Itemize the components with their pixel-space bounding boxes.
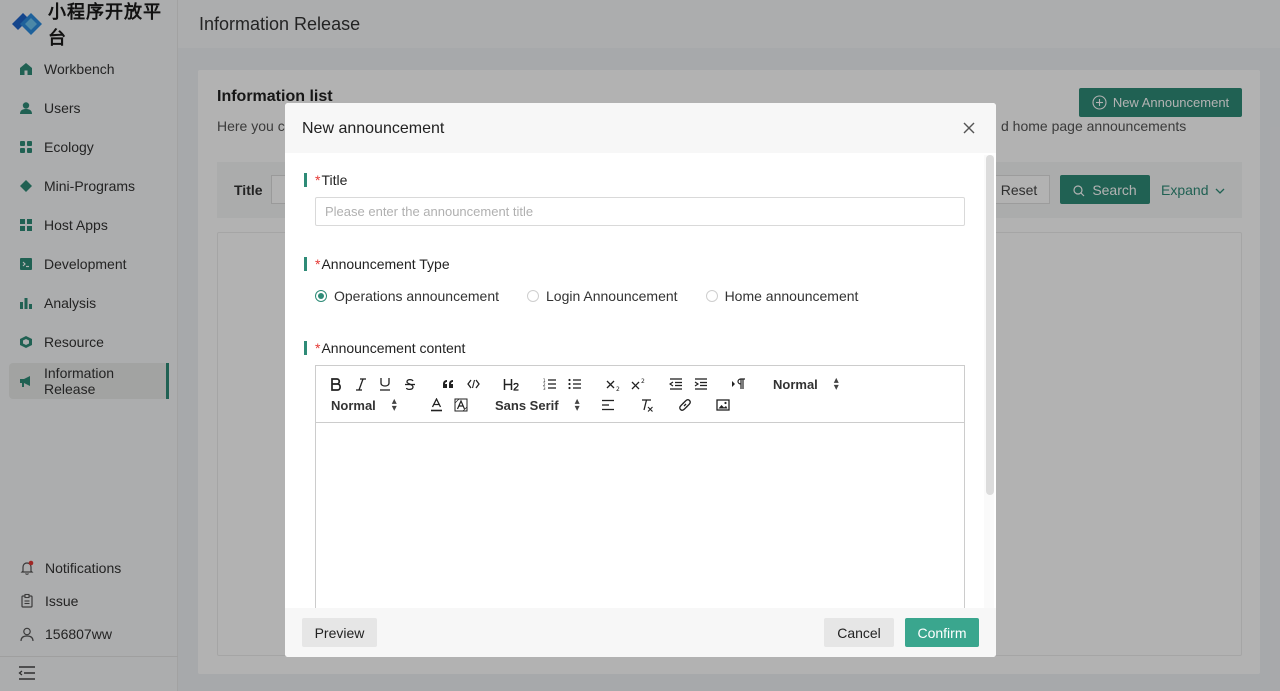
- heading-2-icon[interactable]: [502, 374, 520, 394]
- radio-unchecked-icon: [705, 290, 718, 302]
- bold-icon[interactable]: [328, 374, 344, 394]
- radio-unchecked-icon: [527, 290, 539, 302]
- announcement-title-input[interactable]: [315, 197, 965, 226]
- type-label-text: Announcement Type: [321, 256, 450, 272]
- cancel-button[interactable]: Cancel: [824, 618, 894, 647]
- indent-icon[interactable]: [693, 374, 709, 394]
- editor-toolbar: 123 2 2 Normal ▴ ▾ Normal ▴ ▾ Sans Serif…: [316, 366, 964, 423]
- rich-text-editor: 123 2 2 Normal ▴ ▾ Normal ▴ ▾ Sans Serif…: [315, 365, 965, 625]
- radio-checked-icon: [315, 290, 327, 302]
- link-icon[interactable]: [677, 395, 693, 415]
- content-label-text: Announcement content: [321, 340, 466, 356]
- superscript-icon[interactable]: 2: [630, 374, 646, 394]
- underline-icon[interactable]: [377, 374, 393, 394]
- bullet-list-icon[interactable]: [567, 374, 583, 394]
- radio-label: Login Announcement: [546, 288, 678, 304]
- size-select-value: Normal: [331, 397, 376, 413]
- select-arrows-icon: ▴ ▾: [574, 396, 580, 414]
- svg-text:2: 2: [641, 378, 645, 385]
- new-announcement-dialog: New announcement * Title * Announcement …: [285, 103, 996, 657]
- close-icon[interactable]: [962, 121, 976, 135]
- required-mark: *: [315, 256, 321, 272]
- image-icon[interactable]: [715, 395, 731, 415]
- toolbar-row-2: Normal ▴ ▾ Sans Serif ▴ ▾: [316, 395, 964, 415]
- svg-text:3: 3: [543, 386, 546, 390]
- text-direction-rtl-icon[interactable]: [730, 374, 746, 394]
- required-mark: *: [315, 172, 321, 188]
- label-accent-bar: [304, 341, 307, 355]
- select-arrows-icon: ▴ ▾: [391, 396, 397, 414]
- type-field-label: * Announcement Type: [304, 256, 450, 272]
- confirm-button[interactable]: Confirm: [905, 618, 979, 647]
- dialog-scrollbar[interactable]: [984, 155, 994, 608]
- align-left-icon[interactable]: [600, 395, 616, 415]
- title-label-text: Title: [321, 172, 348, 188]
- ordered-list-icon[interactable]: 123: [542, 374, 558, 394]
- title-field-label: * Title: [304, 172, 347, 188]
- scrollbar-thumb[interactable]: [986, 155, 994, 495]
- dialog-title: New announcement: [302, 120, 445, 137]
- dialog-body: * Title * Announcement Type Operations a…: [285, 153, 983, 625]
- label-accent-bar: [304, 173, 307, 187]
- label-accent-bar: [304, 257, 307, 271]
- editor-content-area[interactable]: [316, 424, 964, 624]
- heading-select[interactable]: Normal ▴ ▾: [773, 374, 839, 394]
- subscript-icon[interactable]: 2: [605, 374, 621, 394]
- required-mark: *: [315, 340, 321, 356]
- strikethrough-icon[interactable]: [402, 374, 418, 394]
- dialog-footer: Preview Cancel Confirm: [285, 608, 996, 657]
- preview-button[interactable]: Preview: [302, 618, 377, 647]
- radio-home-announcement[interactable]: Home announcement: [705, 288, 859, 304]
- font-select-value: Sans Serif: [495, 397, 559, 413]
- content-field-label: * Announcement content: [304, 340, 465, 356]
- radio-label: Home announcement: [724, 288, 859, 304]
- code-block-icon[interactable]: [465, 374, 481, 394]
- dialog-header: New announcement: [285, 103, 996, 153]
- svg-text:2: 2: [616, 386, 620, 391]
- font-select[interactable]: Sans Serif ▴ ▾: [495, 395, 580, 415]
- radio-operations-announcement[interactable]: Operations announcement: [315, 288, 499, 304]
- heading-select-value: Normal: [773, 376, 818, 392]
- size-select[interactable]: Normal ▴ ▾: [331, 395, 397, 415]
- toolbar-row-1: 123 2 2 Normal ▴ ▾: [316, 374, 964, 394]
- radio-login-announcement[interactable]: Login Announcement: [527, 288, 678, 304]
- outdent-icon[interactable]: [668, 374, 684, 394]
- radio-label: Operations announcement: [334, 288, 499, 304]
- blockquote-icon[interactable]: [440, 374, 456, 394]
- italic-icon[interactable]: [353, 374, 369, 394]
- background-color-icon[interactable]: [453, 395, 469, 415]
- select-arrows-icon: ▴ ▾: [833, 375, 839, 393]
- clear-format-icon[interactable]: [639, 395, 655, 415]
- announcement-type-radio-group: Operations announcement Login Announceme…: [315, 288, 886, 304]
- text-color-icon[interactable]: [428, 395, 444, 415]
